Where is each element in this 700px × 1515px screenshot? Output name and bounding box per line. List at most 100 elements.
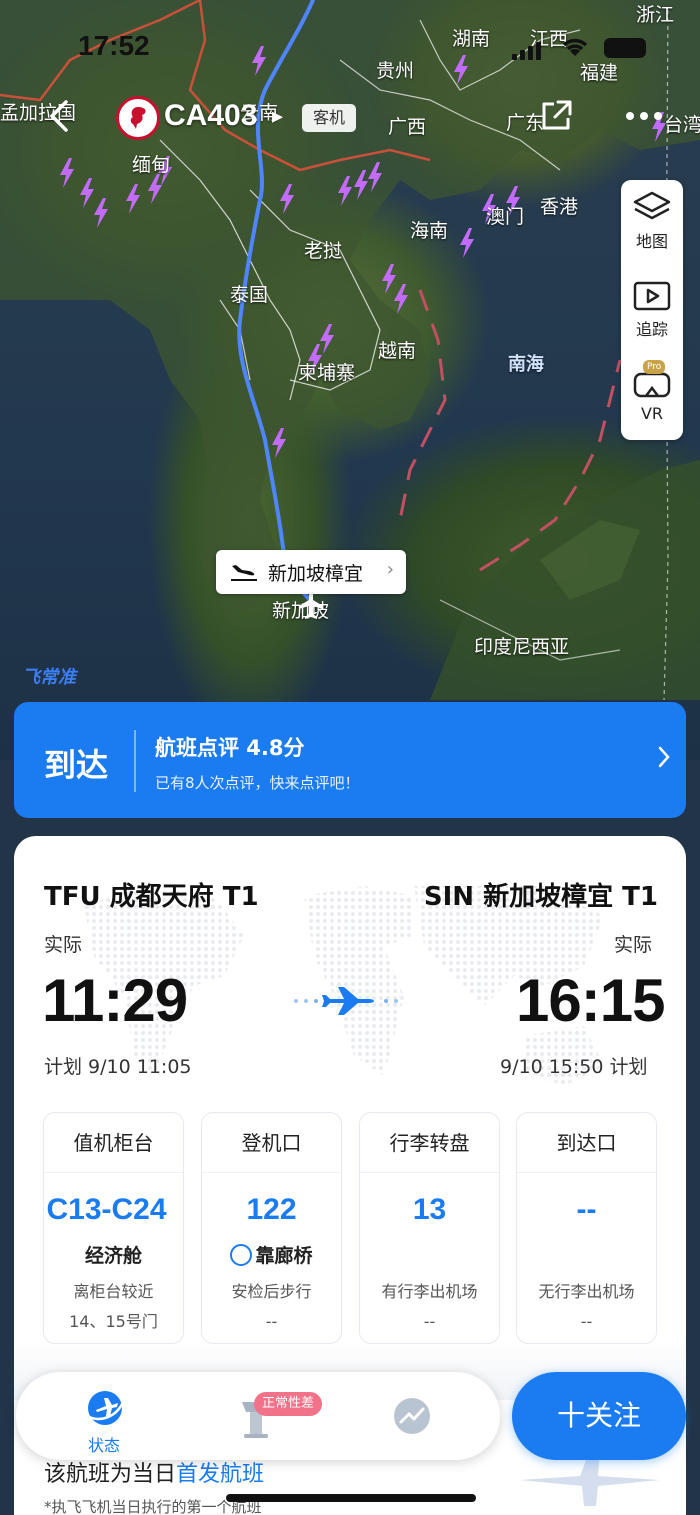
- place-label: 缅甸: [132, 154, 171, 176]
- flight-direction-plane-icon: [294, 987, 398, 1015]
- info-note-line: 安检后步行: [231, 1282, 312, 1301]
- track-label: 追踪: [635, 320, 668, 339]
- trend-chart-icon: [394, 1398, 430, 1434]
- info-note-line: 无行李出机场: [538, 1282, 635, 1301]
- departure-planned: 计划 9/10 11:05: [44, 1056, 192, 1078]
- review-score: 航班点评 4.8分: [155, 736, 305, 760]
- baggage-carousel-value: 13: [412, 1193, 447, 1226]
- departure-actual-label: 实际: [44, 934, 83, 956]
- tab-status-label: 状态: [87, 1436, 120, 1455]
- tab-punctuality[interactable]: [196, 1372, 316, 1460]
- app-watermark: 飞常准: [22, 667, 76, 688]
- info-note: 离柜台较近 14、15号门: [44, 1277, 183, 1337]
- chevron-right-icon: ›: [386, 559, 394, 580]
- info-note-line: --: [580, 1312, 593, 1331]
- map-tools-panel: 地图 追踪 Pro VR: [621, 180, 683, 440]
- jet-bridge-icon: [230, 1244, 253, 1266]
- layers-icon: [633, 191, 671, 220]
- place-label: 广西: [388, 116, 427, 138]
- arrival-actual-label: 实际: [614, 934, 653, 956]
- share-icon[interactable]: [538, 98, 574, 134]
- flight-map[interactable]: 孟加拉国 缅甸 贵州 湖南 江西 浙江 福建 广西 广东 台湾 老挝 泰国 越南…: [0, 0, 700, 760]
- info-header: 到达口: [517, 1113, 656, 1173]
- info-note-line: --: [423, 1312, 436, 1331]
- home-indicator: [226, 1494, 476, 1502]
- storm-icon: [272, 428, 286, 458]
- checkin-counter-box[interactable]: 值机柜台 C13-C24 经济舱 离柜台较近 14、15号门: [43, 1112, 184, 1344]
- baggage-carousel-box[interactable]: 行李转盘 13 有行李出机场 --: [359, 1112, 500, 1344]
- place-label: 印度尼西亚: [474, 636, 570, 658]
- info-note: 安检后步行 --: [202, 1277, 341, 1337]
- battery-icon: [604, 38, 646, 58]
- back-arrow-icon[interactable]: [40, 96, 80, 136]
- cabin-class: 经济舱: [84, 1245, 142, 1267]
- bottom-tab-bar: 状态: [16, 1372, 500, 1460]
- arrival-planned: 9/10 15:50 计划: [500, 1056, 648, 1078]
- place-label: 南海: [508, 354, 544, 375]
- follow-flight-button[interactable]: 十关注: [512, 1372, 686, 1460]
- status-plane-icon: [87, 1391, 126, 1425]
- checkin-counter-value: C13-C24: [46, 1193, 167, 1226]
- chevron-right-icon: [658, 746, 670, 768]
- info-note-line: --: [265, 1312, 278, 1331]
- first-flight-link[interactable]: 首发航班: [176, 1462, 264, 1487]
- arrival-time: 16:15: [516, 967, 665, 1034]
- place-label: 柬埔寨: [298, 362, 356, 384]
- boarding-type-label: 靠廊桥: [255, 1245, 313, 1267]
- info-note: 无行李出机场 --: [517, 1277, 656, 1337]
- boarding-gate-box[interactable]: 登机口 122 靠廊桥 安检后步行 --: [201, 1112, 342, 1344]
- flight-review-banner[interactable]: 到达 航班点评 4.8分 已有8人次点评，快来点评吧！: [14, 702, 686, 818]
- info-note-line: 14、15号门: [69, 1312, 158, 1331]
- flight-number[interactable]: CA403: [164, 99, 257, 133]
- status-bar: 17:52: [0, 28, 700, 68]
- arrival-exit-value: --: [576, 1193, 597, 1226]
- punctuality-badge: 正常性差: [254, 1392, 323, 1416]
- banner-divider: [134, 730, 136, 792]
- map-layer-button[interactable]: 地图: [621, 190, 683, 252]
- place-label: 澳门: [486, 206, 525, 228]
- storm-icon: [394, 284, 408, 314]
- info-note: 有行李出机场 --: [360, 1277, 499, 1337]
- tab-status[interactable]: 状态: [44, 1372, 164, 1460]
- air-china-logo-icon: [130, 107, 146, 129]
- storm-icon: [94, 198, 108, 228]
- storm-icon: [126, 184, 140, 214]
- boarding-type: 靠廊桥: [202, 1241, 341, 1268]
- vr-button[interactable]: Pro VR: [621, 360, 683, 423]
- info-header: 行李转盘: [360, 1113, 499, 1173]
- cellular-signal-icon: [512, 42, 541, 60]
- info-header: 值机柜台: [44, 1113, 183, 1173]
- place-label: 泰国: [230, 284, 269, 306]
- storm-icon: [460, 228, 474, 258]
- arrival-exit-box[interactable]: 到达口 -- 无行李出机场 --: [516, 1112, 657, 1344]
- track-button[interactable]: 追踪: [621, 278, 683, 340]
- departure-airport: TFU 成都天府 T1: [44, 882, 259, 912]
- map-layer-label: 地图: [635, 232, 668, 251]
- first-flight-notice: 该航班为当日首发航班: [44, 1456, 264, 1488]
- video-track-icon: [633, 281, 671, 311]
- status-time: 17:52: [78, 30, 150, 61]
- info-header: 登机口: [202, 1113, 341, 1173]
- boarding-gate-value: 122: [246, 1193, 297, 1226]
- first-flight-prefix: 该航班为当日: [44, 1462, 177, 1487]
- destination-airport-pill[interactable]: 新加坡樟宜 ›: [216, 550, 406, 594]
- place-label: 越南: [378, 340, 417, 362]
- aircraft-type-badge[interactable]: 客机: [302, 104, 356, 132]
- review-subtitle: 已有8人次点评，快来点评吧！: [155, 774, 360, 792]
- destination-airport-label: 新加坡樟宜: [268, 563, 364, 585]
- vr-label: VR: [640, 404, 664, 423]
- flight-state: 到达: [44, 746, 109, 784]
- place-label: 台湾: [664, 114, 700, 136]
- departure-time: 11:29: [42, 967, 188, 1034]
- pro-badge: Pro: [643, 360, 666, 374]
- info-note-line: 离柜台较近: [73, 1282, 154, 1301]
- storm-icon: [368, 162, 382, 192]
- more-options-icon[interactable]: [624, 108, 664, 124]
- arrival-airport: SIN 新加坡樟宜 T1: [423, 882, 658, 912]
- place-label: 浙江: [636, 4, 675, 26]
- storm-icon: [280, 184, 294, 214]
- tab-trend[interactable]: [352, 1372, 472, 1460]
- flight-number-arrow-icon: ▸: [272, 104, 284, 129]
- wifi-icon: [562, 38, 588, 56]
- storm-icon: [60, 158, 74, 188]
